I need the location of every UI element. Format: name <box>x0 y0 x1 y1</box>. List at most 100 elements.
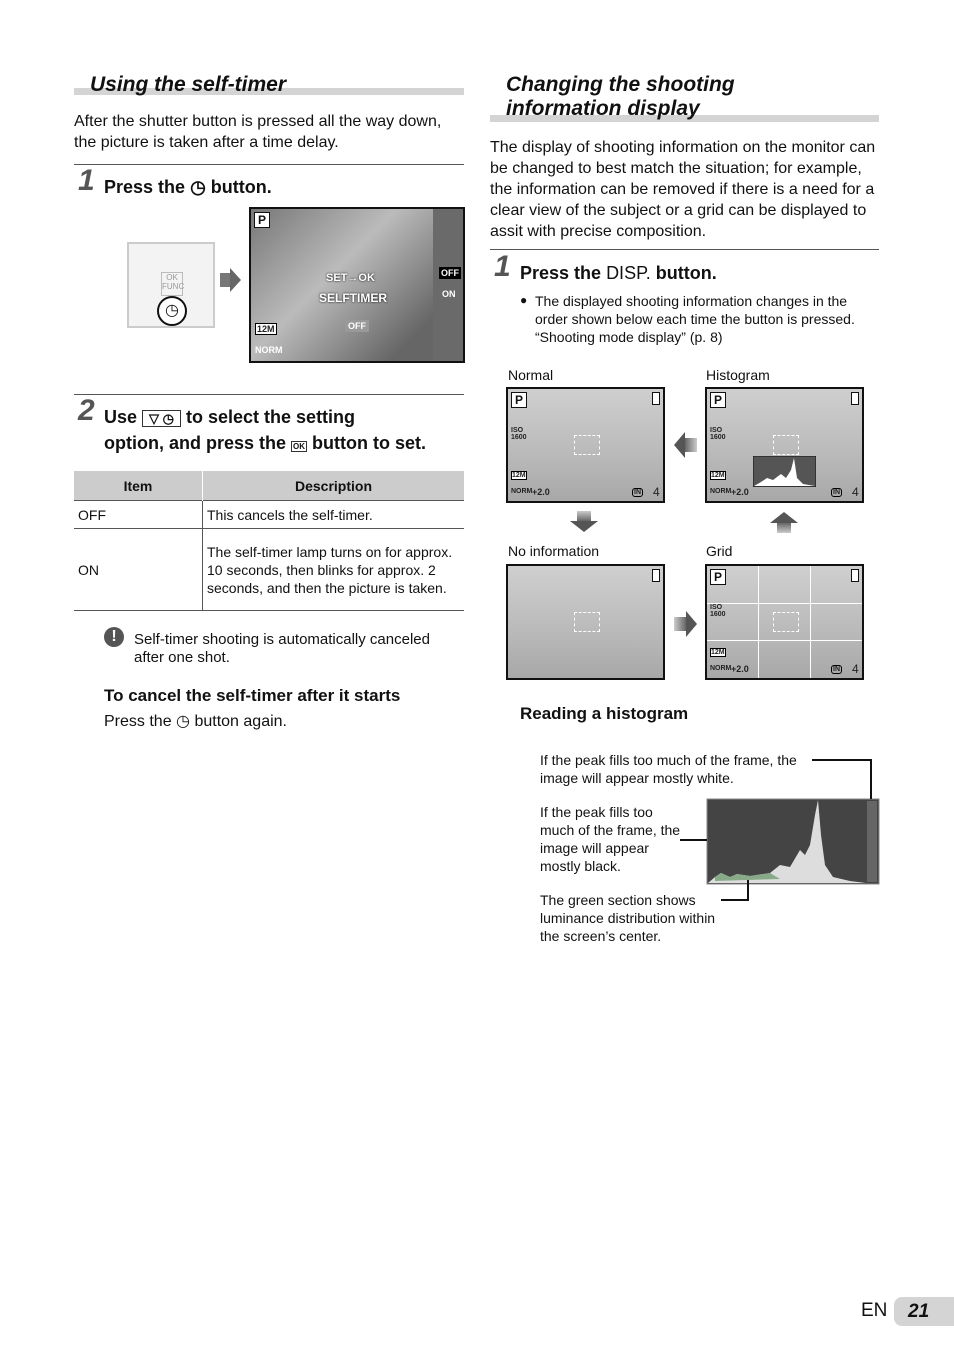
step-text: Press the <box>104 177 186 197</box>
step-title: Use ▽ ◷ to select the setting option, an… <box>104 407 427 453</box>
bullet-icon: ● <box>520 293 528 307</box>
self-timer-button-icon: ◷ <box>157 296 187 326</box>
battery-icon <box>851 569 859 582</box>
menu-on: ON <box>442 289 456 299</box>
column-header: Item <box>74 471 203 501</box>
image-size-icon: 12M <box>255 323 277 335</box>
note-text: Self-timer shooting is automatically can… <box>134 631 430 666</box>
page-number: 21 <box>894 1297 954 1326</box>
grid-line <box>707 640 862 641</box>
annotation-black: If the peak fills too much of the frame,… <box>540 804 681 874</box>
arrow-right-icon <box>220 273 230 287</box>
screen-normal: P ISO 1600 12M NORM +2.0 IN 4 <box>506 387 665 503</box>
cell-desc: This cancels the self-timer. <box>202 500 464 529</box>
divider <box>74 164 464 165</box>
table-row: ON The self-timer lamp turns on for appro… <box>74 528 464 611</box>
divider <box>74 394 464 395</box>
screen-label-no-information: No information <box>508 543 600 559</box>
step-number: 1 <box>494 250 511 283</box>
menu-off: OFF <box>439 267 461 279</box>
af-frame <box>773 612 799 632</box>
step-number: 2 <box>78 394 95 427</box>
battery-icon <box>652 392 660 405</box>
image-size-icon: 12M <box>710 648 726 657</box>
up-down-arrow-icon: ▽ ◷ <box>142 410 181 427</box>
arrow-down-icon <box>570 521 598 532</box>
iso-icon: ISO 1600 <box>710 427 726 441</box>
ok-button-icon: OK <box>291 441 308 452</box>
screen-label-grid: Grid <box>706 543 733 559</box>
subheading: Reading a histogram <box>520 704 689 723</box>
shots-remaining: 4 <box>852 662 859 676</box>
arrow-right-icon <box>674 617 686 631</box>
step-title: Press the DISP. button. <box>520 263 717 283</box>
iso-icon: ISO 1600 <box>511 427 527 441</box>
section-title: Changing the shooting information display <box>506 73 735 120</box>
ok-func-button: OK FUNC <box>161 272 184 296</box>
quality-icon: NORM <box>710 665 732 672</box>
camera-screen-selftimer: P SET→OK SELFTIMER OFF 12M NORM OFF ON <box>249 207 465 363</box>
subheading: To cancel the self-timer after it starts <box>104 686 401 705</box>
screen-histogram: P ISO 1600 12M NORM +2.0 IN 4 <box>705 387 864 503</box>
arrow-right-icon <box>230 268 241 292</box>
column-header: Description <box>202 471 464 501</box>
ev-value: +2.0 <box>532 487 550 497</box>
af-frame <box>574 612 600 632</box>
screen-label-normal: Normal <box>508 367 554 383</box>
memory-icon: IN <box>632 488 643 497</box>
memory-icon: IN <box>831 665 842 674</box>
af-frame <box>574 435 600 455</box>
mode-p-icon: P <box>511 392 527 408</box>
divider <box>490 249 879 250</box>
memory-icon: IN <box>831 488 842 497</box>
settings-table: Item Description OFF This cancels the self… <box>74 471 464 611</box>
mode-p-icon: P <box>710 392 726 408</box>
intro-text: After the shutter button is pressed all … <box>74 113 442 151</box>
battery-icon <box>851 392 859 405</box>
ev-value: +2.0 <box>731 487 749 497</box>
image-size-icon: 12M <box>511 471 527 480</box>
af-frame <box>773 435 799 455</box>
caution-icon: ! <box>104 627 124 647</box>
arrow-right-icon <box>686 611 697 637</box>
mode-p-icon: P <box>710 569 726 585</box>
arrow-left-icon <box>674 432 685 458</box>
self-timer-icon: ◷ <box>190 177 206 197</box>
screen-grid: P ISO 1600 12M NORM +2.0 IN 4 <box>705 564 864 680</box>
quality-icon: NORM <box>710 488 732 495</box>
quality-icon: NORM <box>255 345 283 355</box>
ev-value: +2.0 <box>731 664 749 674</box>
section-title: Using the self-timer <box>90 73 287 96</box>
arrow-down-icon <box>577 511 591 521</box>
screen-label-histogram: Histogram <box>706 367 770 383</box>
arrow-up-icon <box>770 512 798 523</box>
histogram-diagram <box>680 759 880 901</box>
disp-button-label: DISP. <box>606 263 651 283</box>
step-number: 1 <box>78 164 95 197</box>
image-size-icon: 12M <box>710 471 726 480</box>
cell-item: ON <box>74 528 203 611</box>
language-label: EN <box>861 1300 888 1321</box>
mode-p-icon: P <box>254 212 270 228</box>
cell-item: OFF <box>74 500 203 529</box>
set-ok-label: SET→OK <box>326 272 375 284</box>
shots-remaining: 4 <box>852 485 859 499</box>
screen-no-information <box>506 564 665 680</box>
cell-desc: The self-timer lamp turns on for approx.… <box>202 528 464 611</box>
arrow-left-icon <box>685 438 697 452</box>
battery-icon <box>652 569 660 582</box>
setting-menu: OFF ON <box>433 209 463 361</box>
step-title: Press the ◷ button. <box>104 175 272 200</box>
histogram-graph <box>753 456 816 487</box>
shots-remaining: 4 <box>653 485 660 499</box>
manual-page: Using the self-timer After the shutter b… <box>0 0 954 1357</box>
iso-icon: ISO 1600 <box>710 604 726 618</box>
intro-text: The display of shooting information on t… <box>490 139 876 240</box>
grid-line <box>810 566 811 678</box>
self-timer-icon: ◷ <box>176 713 191 730</box>
grid-line <box>758 566 759 678</box>
bullet-text: The displayed shooting information chang… <box>535 293 855 345</box>
grid-line <box>707 603 862 604</box>
arrow-pad: OK FUNC ◷ <box>127 242 215 328</box>
cancel-text: Press the ◷ button again. <box>104 713 287 730</box>
